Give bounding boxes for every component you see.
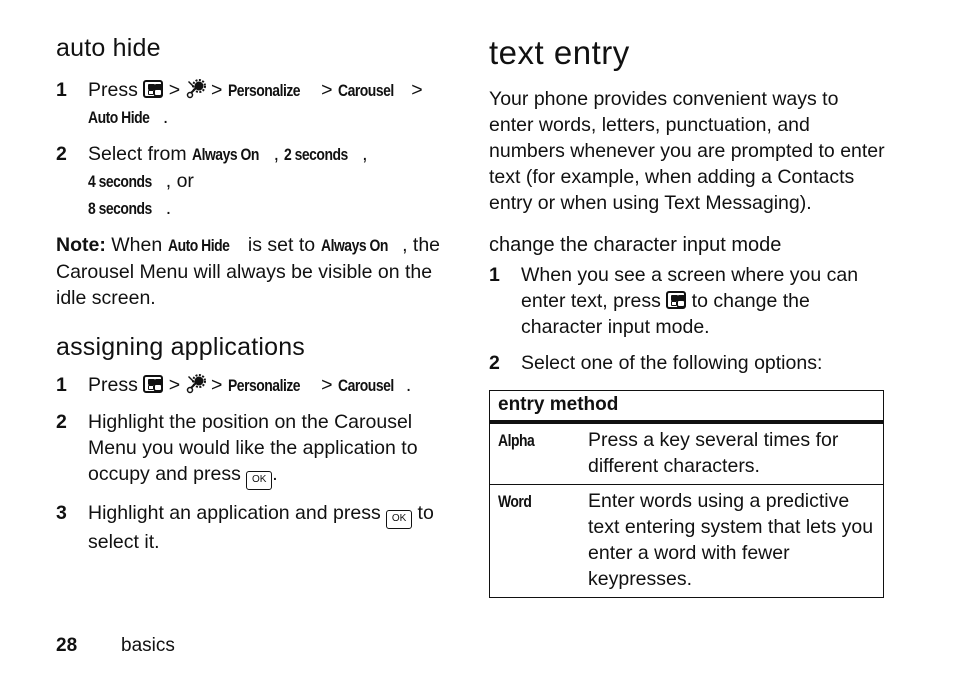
step-number: 2 bbox=[56, 411, 67, 433]
entry-method-desc: Press a key several times for different … bbox=[580, 421, 884, 485]
menu-key-icon bbox=[143, 80, 164, 98]
step-number: 1 bbox=[56, 374, 67, 396]
ok-key-icon: OK bbox=[386, 510, 413, 529]
step-number: 1 bbox=[489, 264, 500, 286]
settings-icon bbox=[186, 79, 206, 99]
menu-key-icon bbox=[666, 291, 687, 309]
step-number: 1 bbox=[56, 79, 67, 101]
step-number: 2 bbox=[489, 352, 500, 374]
menu-path-auto-hide: Auto Hide bbox=[88, 108, 150, 127]
menu-path-carousel: Carousel bbox=[337, 81, 394, 100]
left-column: auto hide 1 Press > > Personalize > Caro… bbox=[56, 34, 446, 555]
assigning-step-3: 3 Highlight an application and press OK … bbox=[56, 502, 434, 553]
entry-method-key: Alpha bbox=[498, 431, 535, 450]
step-number: 3 bbox=[56, 502, 67, 524]
section-name: basics bbox=[121, 635, 175, 656]
assigning-applications-heading: assigning applications bbox=[56, 333, 306, 361]
ok-key-icon: OK bbox=[246, 471, 273, 490]
option-4-seconds: 4 seconds bbox=[88, 172, 152, 191]
intro-paragraph: Your phone provides convenient ways to e… bbox=[489, 88, 885, 214]
menu-path-carousel: Carousel bbox=[337, 376, 394, 395]
text-entry-title: text entry bbox=[489, 34, 630, 71]
menu-path-personalize: Personalize bbox=[227, 376, 301, 395]
assigning-step-1: 1 Press > > Personalize > Carousel. bbox=[56, 372, 446, 399]
option-8-seconds: 8 seconds bbox=[88, 199, 152, 218]
auto-hide-step-2: 2 Select from Always On, 2 seconds, 4 se… bbox=[56, 141, 446, 222]
page-number: 28 bbox=[56, 635, 78, 656]
note-label: Note: bbox=[56, 234, 106, 256]
assigning-step-2: 2 Highlight the position on the Carousel… bbox=[56, 409, 446, 490]
entry-method-desc: Enter words using a predictive text ente… bbox=[580, 484, 884, 598]
entry-method-table: entry method Alpha Press a key several t… bbox=[489, 390, 884, 598]
auto-hide-step-1: 1 Press > > Personalize > Carousel > Aut… bbox=[56, 77, 446, 131]
entry-method-key: Word bbox=[498, 492, 532, 511]
settings-icon bbox=[186, 374, 206, 394]
menu-key-icon bbox=[143, 375, 164, 393]
option-always-on: Always On bbox=[192, 145, 259, 164]
step-number: 2 bbox=[56, 143, 67, 165]
input-mode-step-2: 2 Select one of the following options: bbox=[489, 352, 823, 374]
page-footer: 28 basics bbox=[56, 635, 175, 657]
right-column: text entry Your phone provides convenien… bbox=[489, 34, 885, 598]
menu-path-personalize: Personalize bbox=[227, 81, 301, 100]
option-2-seconds: 2 seconds bbox=[284, 145, 349, 164]
table-row: Word Enter words using a predictive text… bbox=[489, 484, 884, 598]
note-paragraph: Note: When Auto Hide is set to Always On… bbox=[56, 234, 441, 309]
table-header: entry method bbox=[489, 390, 884, 424]
table-row: Alpha Press a key several times for diff… bbox=[489, 421, 884, 485]
input-mode-subheading: change the character input mode bbox=[489, 234, 782, 256]
auto-hide-heading: auto hide bbox=[56, 34, 161, 62]
input-mode-step-1: 1 When you see a screen where you can en… bbox=[489, 264, 859, 338]
